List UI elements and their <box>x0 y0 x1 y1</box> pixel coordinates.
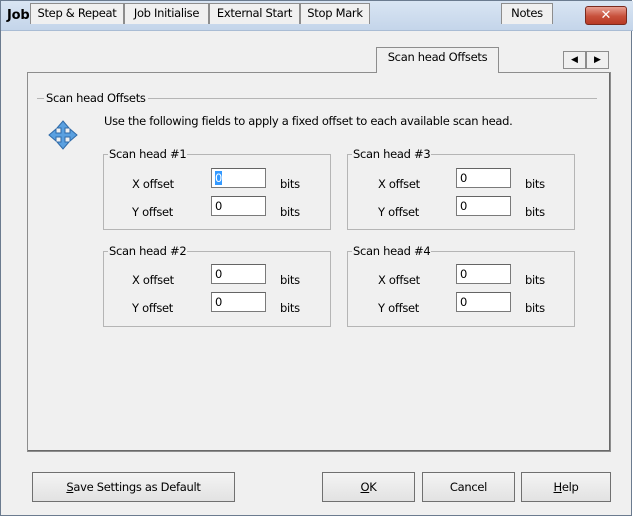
scan-head-3-y-unit: bits <box>525 205 545 219</box>
group-title: Scan head Offsets <box>44 91 148 105</box>
tab-stop-mark[interactable]: Stop Mark <box>300 3 370 24</box>
scan-head-1-y-unit: bits <box>280 205 300 219</box>
tab-external-start[interactable]: External Start <box>209 3 300 24</box>
scan-head-3-y-label: Y offset <box>378 205 419 219</box>
scan-head-2-y-offset-input[interactable]: 0 <box>211 292 266 312</box>
cancel-button[interactable]: Cancel <box>422 472 515 502</box>
scan-head-2-x-offset-input[interactable]: 0 <box>211 264 266 284</box>
scan-head-1-y-label: Y offset <box>132 205 173 219</box>
ok-label-rest: K <box>369 480 377 494</box>
close-icon: ✕ <box>600 8 612 23</box>
arrow-right-icon: ▶ <box>594 55 601 65</box>
scan-head-4-x-unit: bits <box>525 273 545 287</box>
scan-head-3-y-offset-input[interactable]: 0 <box>456 196 511 216</box>
scan-head-4-title: Scan head #4 <box>352 244 432 258</box>
scan-head-4-x-offset-input[interactable]: 0 <box>456 264 511 284</box>
scan-head-3-title: Scan head #3 <box>352 147 432 161</box>
ok-button[interactable]: OK <box>322 472 415 502</box>
tab-scan-head-offsets[interactable]: Scan head Offsets <box>376 47 499 73</box>
save-settings-default-button[interactable]: Save Settings as Default <box>32 472 235 502</box>
tab-scroll-right-button[interactable]: ▶ <box>586 51 609 69</box>
scan-head-1-x-offset-input[interactable]: 0 <box>211 168 266 188</box>
scan-head-3-x-label: X offset <box>378 177 420 191</box>
scan-head-2-y-label: Y offset <box>132 301 173 315</box>
scan-head-1-y-offset-input[interactable]: 0 <box>211 196 266 216</box>
scan-head-2-title: Scan head #2 <box>108 244 188 258</box>
arrow-left-icon: ◀ <box>571 55 578 65</box>
panel-top-border-right <box>499 72 611 73</box>
scan-head-2-group: Scan head #2 <box>103 244 331 327</box>
tab-scroll-left-button[interactable]: ◀ <box>563 51 586 69</box>
close-button[interactable]: ✕ <box>585 6 627 25</box>
ok-mnemonic: O <box>360 480 370 494</box>
scan-head-1-title: Scan head #1 <box>108 147 188 161</box>
panel-top-border <box>27 72 376 73</box>
tab-scroller: ◀ ▶ <box>563 51 611 70</box>
tab-step-repeat[interactable]: Step & Repeat <box>30 3 124 24</box>
scan-head-4-y-offset-input[interactable]: 0 <box>456 292 511 312</box>
tab-notes[interactable]: Notes <box>501 3 553 24</box>
tab-job-initialise[interactable]: Job Initialise <box>124 3 209 24</box>
scan-head-4-group: Scan head #4 <box>347 244 575 327</box>
scan-head-3-x-unit: bits <box>525 177 545 191</box>
scan-head-2-x-label: X offset <box>132 273 174 287</box>
help-button[interactable]: Help <box>521 472 611 502</box>
scan-head-4-x-label: X offset <box>378 273 420 287</box>
scan-head-1-x-label: X offset <box>132 177 174 191</box>
scan-head-1-x-unit: bits <box>280 177 300 191</box>
scan-head-4-y-label: Y offset <box>378 301 419 315</box>
help-label-rest: elp <box>561 480 579 494</box>
scan-head-4-y-unit: bits <box>525 301 545 315</box>
save-label-rest: ave Settings as Default <box>73 480 201 494</box>
help-mnemonic: H <box>553 480 562 494</box>
description-text: Use the following fields to apply a fixe… <box>104 114 513 128</box>
move-arrows-icon <box>48 120 78 150</box>
scan-head-2-y-unit: bits <box>280 301 300 315</box>
scan-head-2-x-unit: bits <box>280 273 300 287</box>
scan-head-3-x-offset-input[interactable]: 0 <box>456 168 511 188</box>
